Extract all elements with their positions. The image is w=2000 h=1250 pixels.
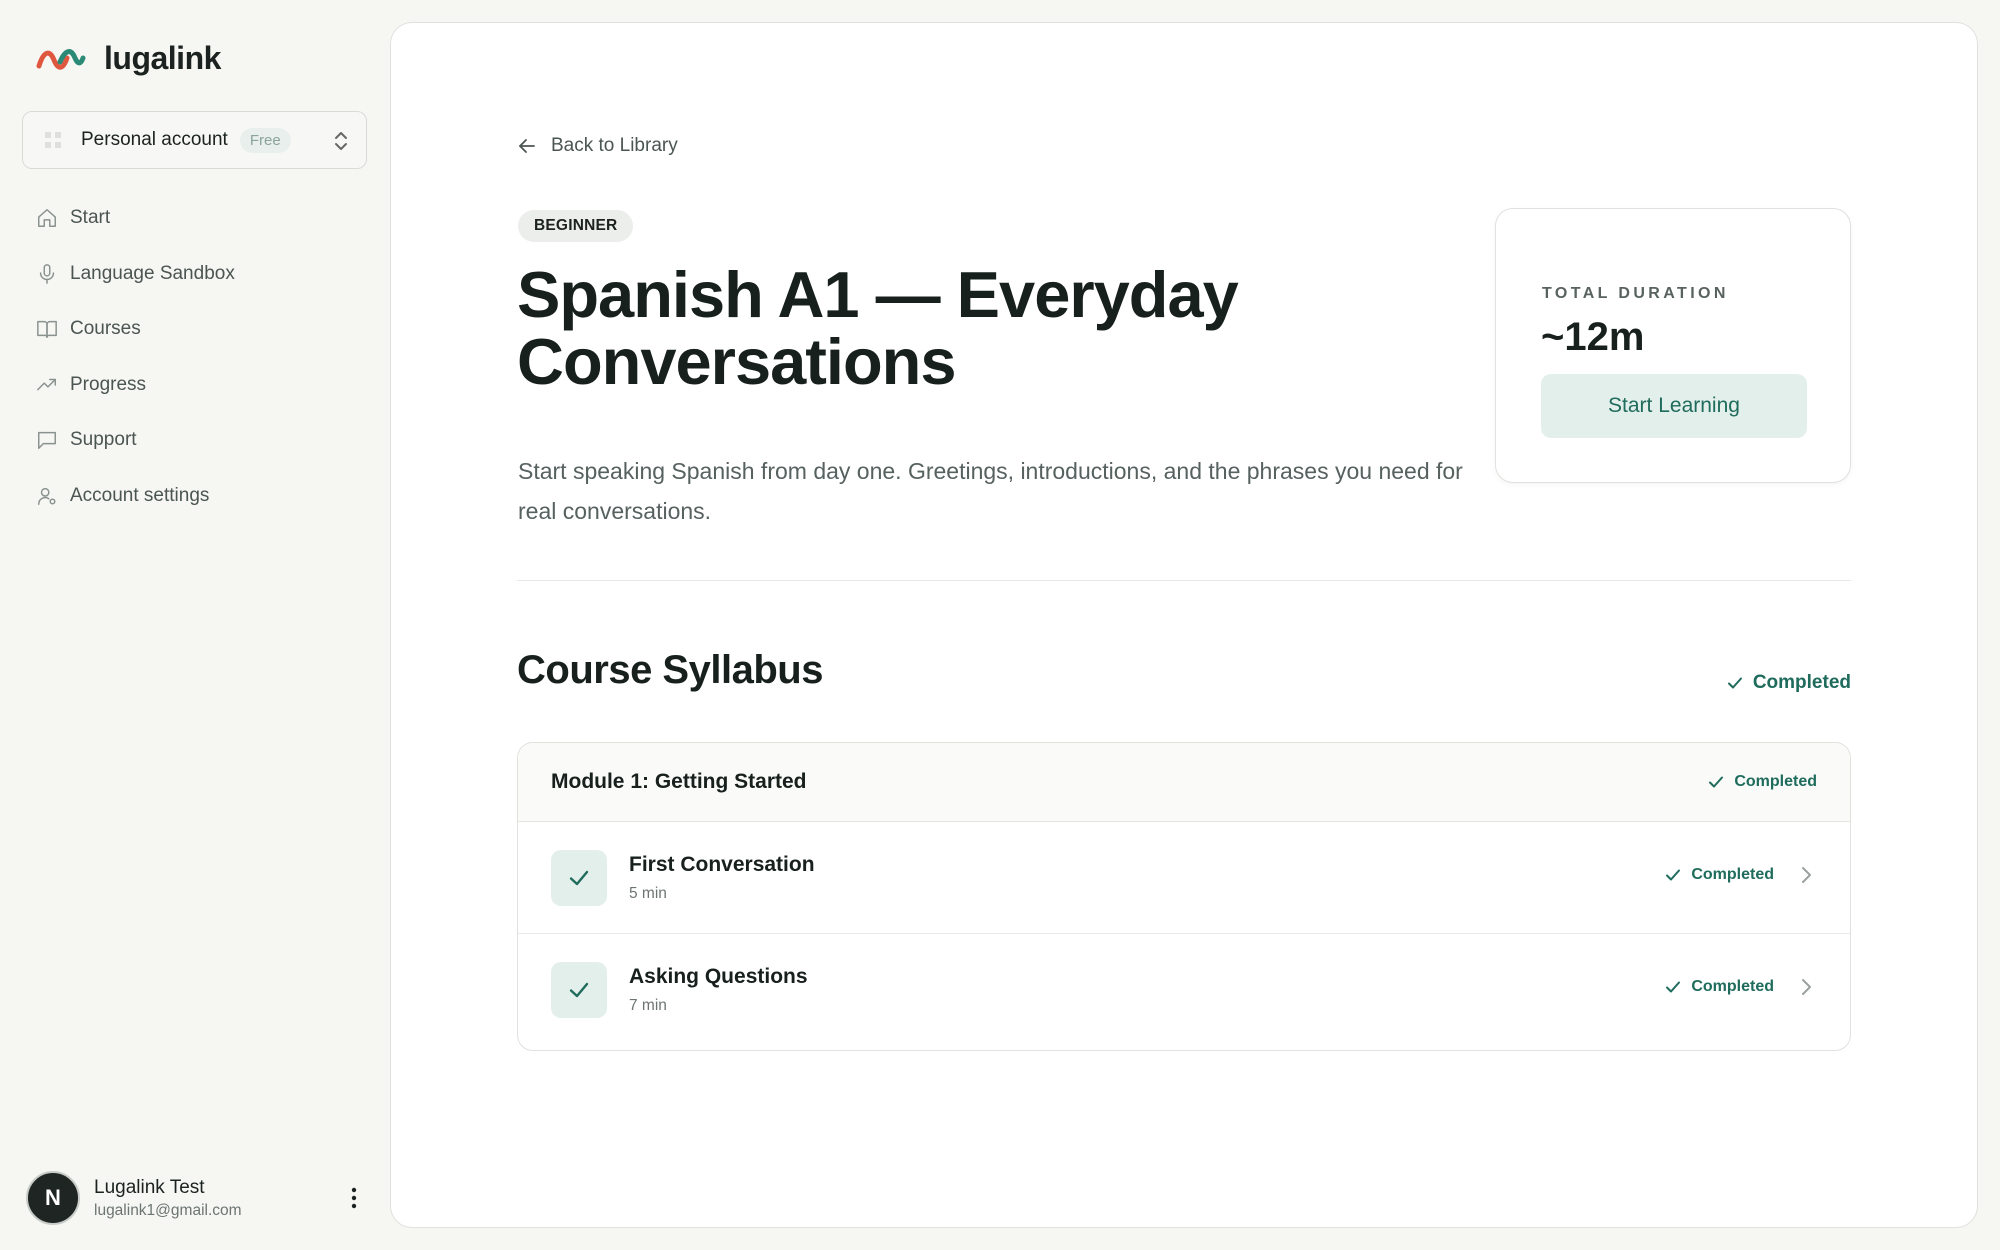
more-vertical-icon[interactable]	[342, 1185, 366, 1211]
module-status: Completed	[1708, 773, 1817, 791]
sidebar-item-label: Progress	[70, 373, 147, 395]
sidebar-item-progress[interactable]: Progress	[22, 359, 367, 411]
arrow-left-icon	[519, 139, 535, 153]
duration-card: TOTAL DURATION ~12m Start Learning	[1495, 208, 1851, 483]
course-title: Spanish A1 — Everyday Conversations	[517, 258, 1239, 398]
start-learning-button[interactable]: Start Learning	[1541, 374, 1807, 438]
app-window: lugalink Personal account Free Start Lan…	[0, 0, 2000, 1250]
plan-badge: Free	[239, 127, 291, 153]
course-description: Start speaking Spanish from day one. Gre…	[518, 458, 1463, 524]
microphone-icon	[39, 263, 55, 284]
check-icon	[569, 982, 589, 998]
sidebar-item-start[interactable]: Start	[22, 192, 367, 244]
home-icon	[38, 209, 56, 227]
lesson-complete-badge	[551, 962, 607, 1018]
syllabus-title: Course Syllabus	[517, 648, 823, 692]
check-icon	[1666, 981, 1681, 993]
module-header[interactable]: Module 1: Getting Started Completed	[518, 743, 1850, 822]
grid-icon	[45, 132, 61, 148]
lesson-row[interactable]: Asking Questions 7 min Completed	[518, 934, 1850, 1046]
check-icon	[1709, 776, 1724, 788]
user-profile[interactable]: N Lugalink Test lugalink1@gmail.com	[26, 1170, 366, 1226]
syllabus-status: Completed	[1727, 672, 1851, 694]
lesson-status-area: Completed	[1665, 976, 1814, 998]
lesson-duration: 7 min	[629, 997, 667, 1014]
account-switcher[interactable]: Personal account Free	[22, 111, 367, 169]
chat-icon	[38, 432, 56, 450]
duration-value: ~12m	[1541, 315, 1645, 359]
user-gear-icon	[38, 487, 56, 505]
sidebar-item-label: Support	[70, 429, 137, 451]
check-icon	[1727, 677, 1742, 689]
sidebar-item-label: Language Sandbox	[70, 262, 235, 284]
lesson-complete-badge	[551, 849, 607, 906]
chevron-right-icon[interactable]	[1798, 864, 1814, 886]
user-info: Lugalink Test lugalink1@gmail.com	[94, 1177, 242, 1220]
lesson-text: First Conversation 5 min	[629, 853, 815, 903]
trending-up-icon	[37, 378, 56, 391]
lesson-title: First Conversation	[629, 852, 815, 876]
sidebar: lugalink Personal account Free Start Lan…	[0, 0, 390, 1250]
sidebar-nav: Start Language Sandbox Courses Progress	[22, 192, 367, 526]
lesson-status-area: Completed	[1665, 864, 1814, 886]
lesson-row[interactable]: First Conversation 5 min Completed	[518, 822, 1850, 934]
user-name: Lugalink Test	[94, 1176, 205, 1198]
lesson-status-label: Completed	[1691, 866, 1774, 883]
user-email: lugalink1@gmail.com	[94, 1201, 242, 1219]
lesson-duration: 5 min	[629, 884, 667, 902]
book-icon	[37, 321, 57, 339]
back-link-label: Back to Library	[551, 135, 678, 156]
check-icon	[569, 870, 589, 885]
lesson-status-label: Completed	[1691, 978, 1774, 995]
module-title: Module 1: Getting Started	[551, 770, 807, 793]
lugalink-logo-icon	[36, 48, 86, 70]
avatar: N	[26, 1171, 80, 1225]
lesson-status: Completed	[1665, 978, 1774, 996]
back-to-library-link[interactable]: Back to Library	[517, 135, 678, 157]
main-panel: Back to Library BEGINNER Spanish A1 — Ev…	[390, 22, 1978, 1228]
syllabus-status-label: Completed	[1752, 672, 1851, 693]
lesson-text: Asking Questions 7 min	[629, 965, 808, 1015]
level-badge: BEGINNER	[518, 210, 634, 242]
lesson-title: Asking Questions	[629, 965, 808, 988]
module-card: Module 1: Getting Started Completed Firs…	[517, 742, 1851, 1051]
check-icon	[1666, 869, 1681, 881]
chevron-right-icon[interactable]	[1798, 976, 1814, 998]
sidebar-item-label: Start	[70, 207, 111, 228]
duration-label: TOTAL DURATION	[1542, 285, 1729, 302]
sidebar-item-label: Account settings	[70, 484, 210, 506]
brand-logo[interactable]: lugalink	[36, 40, 221, 77]
sidebar-item-courses[interactable]: Courses	[22, 303, 367, 355]
sidebar-item-label: Courses	[70, 318, 141, 340]
account-name: Personal account	[81, 129, 228, 150]
brand-name: lugalink	[104, 40, 221, 76]
sidebar-item-account-settings[interactable]: Account settings	[22, 470, 367, 522]
module-status-label: Completed	[1734, 773, 1817, 790]
sidebar-item-support[interactable]: Support	[22, 414, 367, 466]
chevron-up-down-icon	[335, 132, 347, 150]
lesson-status: Completed	[1665, 866, 1774, 884]
sidebar-item-language-sandbox[interactable]: Language Sandbox	[22, 248, 367, 300]
section-divider	[517, 580, 1851, 581]
